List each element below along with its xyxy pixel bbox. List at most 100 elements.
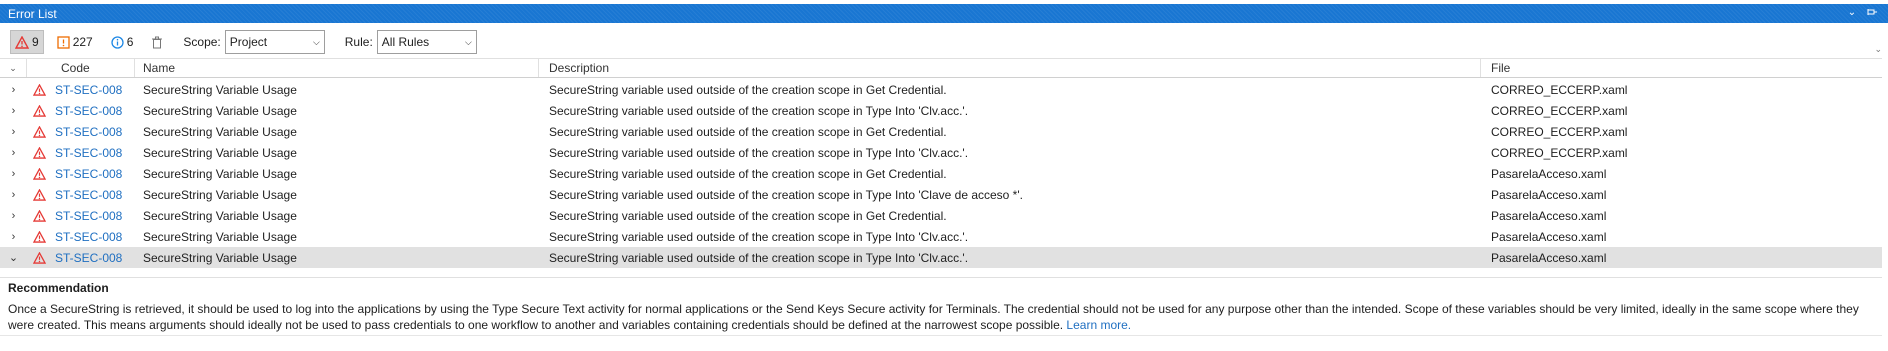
- collapse-chevron-icon[interactable]: ⌄: [0, 251, 27, 264]
- column-header-description[interactable]: Description: [539, 59, 1481, 77]
- warning-icon: [57, 35, 70, 49]
- error-triangle-icon: [15, 35, 29, 49]
- expand-chevron-icon[interactable]: ›: [0, 105, 27, 117]
- row-code-link[interactable]: ST-SEC-008: [51, 251, 135, 265]
- errors-filter-button[interactable]: 9: [10, 30, 44, 54]
- row-file: PasarelaAcceso.xaml: [1491, 250, 1607, 265]
- error-triangle-icon: [27, 167, 51, 180]
- scope-label: Scope:: [183, 35, 221, 49]
- error-rows: › ST-SEC-008 SecureString Variable Usage…: [0, 79, 1882, 268]
- error-triangle-icon: [27, 83, 51, 96]
- row-name: SecureString Variable Usage: [143, 82, 297, 97]
- row-name: SecureString Variable Usage: [143, 250, 297, 265]
- row-file: PasarelaAcceso.xaml: [1491, 166, 1607, 181]
- recommendation-body: Once a SecureString is retrieved, it sho…: [8, 302, 1859, 332]
- info-filter-button[interactable]: 6: [106, 30, 139, 54]
- chevron-down-icon: ⌵: [312, 36, 320, 47]
- row-file: CORREO_ECCERP.xaml: [1491, 103, 1628, 118]
- row-code-link[interactable]: ST-SEC-008: [51, 188, 135, 202]
- row-description: SecureString variable used outside of th…: [549, 103, 969, 118]
- info-icon: [111, 35, 124, 49]
- table-header: ⌄ Code Name Description File: [0, 58, 1882, 78]
- rule-value: All Rules: [381, 35, 430, 49]
- error-list-toolbar: 9 227 6 Scope: Project ⌵ Rule: All Rules…: [0, 26, 1888, 58]
- row-code-link[interactable]: ST-SEC-008: [51, 125, 135, 139]
- panel-title: Error List: [8, 6, 57, 21]
- error-triangle-icon: [27, 251, 51, 264]
- pin-icon[interactable]: [1866, 7, 1878, 20]
- rule-label: Rule:: [344, 35, 373, 49]
- error-triangle-icon: [27, 230, 51, 243]
- table-row[interactable]: › ST-SEC-008 SecureString Variable Usage…: [0, 184, 1882, 205]
- row-file: PasarelaAcceso.xaml: [1491, 229, 1607, 244]
- scope-value: Project: [229, 35, 268, 49]
- table-row[interactable]: › ST-SEC-008 SecureString Variable Usage…: [0, 142, 1882, 163]
- table-row[interactable]: › ST-SEC-008 SecureString Variable Usage…: [0, 100, 1882, 121]
- chevron-down-icon: ⌵: [464, 36, 472, 47]
- recommendation-heading: Recommendation: [8, 281, 109, 295]
- expand-chevron-icon[interactable]: ›: [0, 210, 27, 222]
- row-name: SecureString Variable Usage: [143, 145, 297, 160]
- row-code-link[interactable]: ST-SEC-008: [51, 230, 135, 244]
- table-row[interactable]: › ST-SEC-008 SecureString Variable Usage…: [0, 121, 1882, 142]
- recommendation-text: Once a SecureString is retrieved, it sho…: [8, 301, 1874, 333]
- errors-count: 9: [32, 35, 39, 49]
- error-triangle-icon: [27, 209, 51, 222]
- column-header-name[interactable]: Name: [135, 59, 539, 77]
- error-list-titlebar: Error List ⌄: [0, 4, 1888, 23]
- trash-icon: [152, 36, 163, 48]
- row-code-link[interactable]: ST-SEC-008: [51, 104, 135, 118]
- recommendation-panel: Recommendation Once a SecureString is re…: [0, 277, 1882, 333]
- row-description: SecureString variable used outside of th…: [549, 208, 947, 223]
- clear-button[interactable]: [146, 30, 171, 54]
- row-description: SecureString variable used outside of th…: [549, 124, 947, 139]
- error-triangle-icon: [27, 188, 51, 201]
- rule-dropdown[interactable]: All Rules ⌵: [376, 30, 477, 54]
- row-name: SecureString Variable Usage: [143, 103, 297, 118]
- row-code-link[interactable]: ST-SEC-008: [51, 209, 135, 223]
- chevron-down-icon[interactable]: ⌄: [1846, 7, 1858, 20]
- row-description: SecureString variable used outside of th…: [549, 187, 1023, 202]
- expand-chevron-icon[interactable]: ›: [0, 189, 27, 201]
- expand-chevron-icon[interactable]: ›: [0, 126, 27, 138]
- table-row[interactable]: › ST-SEC-008 SecureString Variable Usage…: [0, 226, 1882, 247]
- expand-chevron-icon[interactable]: ›: [0, 84, 27, 96]
- scope-dropdown[interactable]: Project ⌵: [224, 30, 325, 54]
- table-row[interactable]: › ST-SEC-008 SecureString Variable Usage…: [0, 163, 1882, 184]
- row-file: CORREO_ECCERP.xaml: [1491, 145, 1628, 160]
- row-file: CORREO_ECCERP.xaml: [1491, 124, 1628, 139]
- table-row[interactable]: › ST-SEC-008 SecureString Variable Usage…: [0, 79, 1882, 100]
- column-header-file[interactable]: File: [1481, 59, 1881, 77]
- table-row[interactable]: › ST-SEC-008 SecureString Variable Usage…: [0, 205, 1882, 226]
- row-description: SecureString variable used outside of th…: [549, 82, 947, 97]
- row-file: PasarelaAcceso.xaml: [1491, 187, 1607, 202]
- error-triangle-icon: [27, 104, 51, 117]
- row-file: PasarelaAcceso.xaml: [1491, 208, 1607, 223]
- row-description: SecureString variable used outside of th…: [549, 145, 969, 160]
- column-header-code[interactable]: Code: [27, 59, 135, 77]
- row-name: SecureString Variable Usage: [143, 187, 297, 202]
- row-code-link[interactable]: ST-SEC-008: [51, 146, 135, 160]
- row-description: SecureString variable used outside of th…: [549, 229, 969, 244]
- row-file: CORREO_ECCERP.xaml: [1491, 82, 1628, 97]
- expand-chevron-icon[interactable]: ›: [0, 231, 27, 243]
- warnings-count: 227: [72, 35, 93, 49]
- expand-chevron-icon[interactable]: ›: [0, 168, 27, 180]
- divider: [0, 335, 1882, 336]
- sort-chevron-icon[interactable]: ⌄: [0, 59, 27, 77]
- error-triangle-icon: [27, 125, 51, 138]
- row-name: SecureString Variable Usage: [143, 229, 297, 244]
- error-triangle-icon: [27, 146, 51, 159]
- expand-chevron-icon[interactable]: ›: [0, 147, 27, 159]
- row-name: SecureString Variable Usage: [143, 124, 297, 139]
- learn-more-link[interactable]: Learn more.: [1066, 318, 1131, 332]
- table-row-selected[interactable]: ⌄ ST-SEC-008 SecureString Variable Usage…: [0, 247, 1882, 268]
- row-name: SecureString Variable Usage: [143, 166, 297, 181]
- row-description: SecureString variable used outside of th…: [549, 166, 947, 181]
- row-description: SecureString variable used outside of th…: [549, 250, 969, 265]
- warnings-filter-button[interactable]: 227: [52, 30, 98, 54]
- row-code-link[interactable]: ST-SEC-008: [51, 167, 135, 181]
- row-code-link[interactable]: ST-SEC-008: [51, 83, 135, 97]
- overflow-chevron-icon[interactable]: ⌄: [1874, 44, 1882, 55]
- row-name: SecureString Variable Usage: [143, 208, 297, 223]
